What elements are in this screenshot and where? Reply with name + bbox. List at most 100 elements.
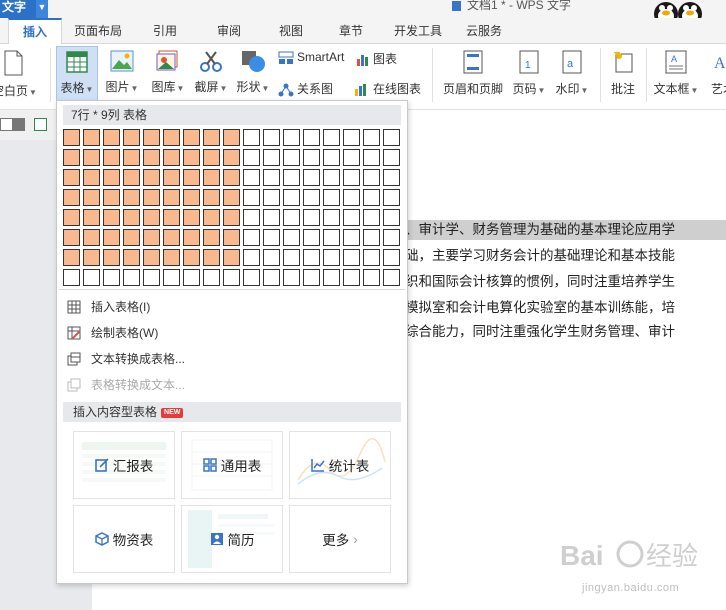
grid-cell[interactable] (143, 189, 160, 206)
grid-cell[interactable] (243, 169, 260, 186)
tab-references[interactable]: 引用 (138, 18, 192, 44)
shapes-button[interactable]: 形状▼ (232, 50, 274, 95)
grid-cell[interactable] (343, 209, 360, 226)
grid-cell[interactable] (203, 229, 220, 246)
grid-cell[interactable] (323, 229, 340, 246)
grid-cell[interactable] (323, 269, 340, 286)
grid-cell[interactable] (283, 269, 300, 286)
grid-cell[interactable] (303, 189, 320, 206)
grid-cell[interactable] (123, 249, 140, 266)
tab-section[interactable]: 章节 (324, 18, 378, 44)
grid-cell[interactable] (343, 269, 360, 286)
grid-cell[interactable] (103, 169, 120, 186)
grid-cell[interactable] (163, 209, 180, 226)
grid-cell[interactable] (363, 229, 380, 246)
blank-page-button[interactable]: 空白页▼ (0, 50, 37, 99)
comment-button[interactable]: 批注 (606, 50, 640, 97)
table-button[interactable]: 表格▼ (56, 46, 98, 102)
screenshot-button[interactable]: 截屏▼ (190, 50, 232, 95)
grid-cell[interactable] (203, 149, 220, 166)
grid-cell[interactable] (143, 269, 160, 286)
grid-cell[interactable] (103, 129, 120, 146)
grid-cell[interactable] (123, 229, 140, 246)
grid-cell[interactable] (243, 149, 260, 166)
grid-cell[interactable] (343, 149, 360, 166)
grid-cell[interactable] (203, 249, 220, 266)
grid-cell[interactable] (203, 189, 220, 206)
grid-cell[interactable] (303, 269, 320, 286)
grid-cell[interactable] (263, 149, 280, 166)
grid-cell[interactable] (63, 129, 80, 146)
picture-button[interactable]: 图片▼ (100, 50, 144, 95)
grid-cell[interactable] (343, 129, 360, 146)
grid-cell[interactable] (283, 209, 300, 226)
tab-view[interactable]: 视图 (264, 18, 318, 44)
grid-cell[interactable] (63, 229, 80, 246)
grid-cell[interactable] (223, 269, 240, 286)
grid-cell[interactable] (283, 149, 300, 166)
grid-cell[interactable] (83, 209, 100, 226)
grid-cell[interactable] (223, 129, 240, 146)
grid-cell[interactable] (323, 209, 340, 226)
grid-cell[interactable] (223, 169, 240, 186)
grid-cell[interactable] (83, 149, 100, 166)
grid-cell[interactable] (103, 249, 120, 266)
grid-cell[interactable] (203, 169, 220, 186)
grid-cell[interactable] (303, 169, 320, 186)
grid-cell[interactable] (83, 269, 100, 286)
grid-cell[interactable] (123, 209, 140, 226)
textbox-button[interactable]: A 文本框▼ (652, 50, 700, 97)
grid-cell[interactable] (63, 209, 80, 226)
grid-cell[interactable] (83, 129, 100, 146)
grid-cell[interactable] (243, 129, 260, 146)
grid-cell[interactable] (363, 149, 380, 166)
supplies-table-card[interactable]: 物资表 (73, 505, 175, 573)
grid-cell[interactable] (263, 269, 280, 286)
table-size-grid[interactable] (63, 128, 403, 288)
grid-cell[interactable] (243, 229, 260, 246)
tab-review[interactable]: 审阅 (202, 18, 256, 44)
grid-cell[interactable] (163, 189, 180, 206)
grid-cell[interactable] (383, 169, 400, 186)
grid-cell[interactable] (223, 249, 240, 266)
grid-cell[interactable] (323, 149, 340, 166)
grid-cell[interactable] (223, 229, 240, 246)
grid-cell[interactable] (203, 209, 220, 226)
grid-cell[interactable] (283, 129, 300, 146)
online-chart-button[interactable]: 在线图表 (354, 80, 421, 97)
grid-cell[interactable] (143, 169, 160, 186)
grid-cell[interactable] (163, 149, 180, 166)
grid-cell[interactable] (363, 169, 380, 186)
grid-cell[interactable] (363, 249, 380, 266)
insert-table-menu-item[interactable]: 插入表格(I) (63, 295, 401, 319)
grid-cell[interactable] (183, 129, 200, 146)
document-text-line[interactable]: 础，主要学习财务会计的基础理论和基本技能 (405, 246, 726, 266)
grid-cell[interactable] (83, 249, 100, 266)
grid-cell[interactable] (183, 149, 200, 166)
grid-cell[interactable] (103, 209, 120, 226)
text-to-table-menu-item[interactable]: 文本转换成表格... (63, 347, 401, 371)
grid-cell[interactable] (203, 269, 220, 286)
grid-cell[interactable] (123, 129, 140, 146)
grid-cell[interactable] (383, 249, 400, 266)
grid-cell[interactable] (263, 229, 280, 246)
grid-cell[interactable] (163, 249, 180, 266)
grid-cell[interactable] (123, 149, 140, 166)
grid-cell[interactable] (223, 209, 240, 226)
print-preview-icon[interactable] (34, 118, 47, 131)
grid-cell[interactable] (363, 269, 380, 286)
grid-cell[interactable] (383, 209, 400, 226)
gallery-button[interactable]: 图库▼ (146, 50, 190, 95)
grid-cell[interactable] (63, 169, 80, 186)
more-templates-card[interactable]: 更多 › (289, 505, 391, 573)
grid-cell[interactable] (283, 249, 300, 266)
grid-cell[interactable] (63, 269, 80, 286)
general-table-card[interactable]: 通用表 (181, 431, 283, 499)
grid-cell[interactable] (83, 229, 100, 246)
grid-cell[interactable] (143, 209, 160, 226)
grid-cell[interactable] (303, 229, 320, 246)
grid-cell[interactable] (303, 249, 320, 266)
grid-cell[interactable] (323, 129, 340, 146)
grid-cell[interactable] (263, 189, 280, 206)
grid-cell[interactable] (283, 169, 300, 186)
